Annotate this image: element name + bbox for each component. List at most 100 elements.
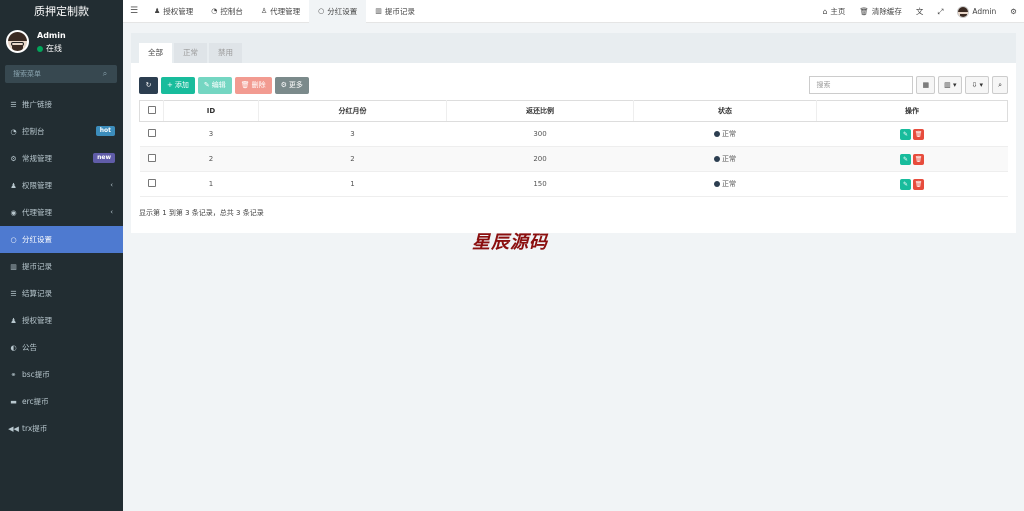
dashboard-icon: ◔	[10, 127, 17, 136]
table-header-row: ID 分红月份 返还比例 状态 操作	[139, 100, 1008, 122]
language-icon: 文	[915, 7, 924, 16]
home-icon: ⌂	[822, 7, 828, 16]
avatar	[957, 5, 970, 18]
sidebar-item-general[interactable]: ⚙ 常规管理 new	[0, 145, 123, 172]
sidebar-item-authorization[interactable]: ♟ 授权管理	[0, 307, 123, 334]
avatar	[6, 30, 29, 53]
edit-label: 编辑	[211, 81, 226, 89]
sidebar-item-dividend[interactable]: ○ 分红设置	[0, 226, 123, 253]
sidebar-item-label: 提币记录	[22, 262, 52, 271]
row-checkbox[interactable]	[147, 179, 156, 187]
table-row[interactable]: 1 1 150 正常 ✎ 🗑	[139, 171, 1008, 197]
delete-button[interactable]: 🗑 删除	[234, 77, 272, 94]
group-icon: ♟	[10, 316, 17, 325]
sidebar-item-trx-withdraw[interactable]: ◀◀ trx提币	[0, 415, 123, 442]
cell-actions: ✎ 🗑	[816, 146, 1008, 172]
settings-button[interactable]: ⚙	[1003, 0, 1024, 23]
user-menu[interactable]: Admin	[950, 0, 1003, 23]
language-button[interactable]: 文	[909, 0, 931, 23]
tab-label: 控制台	[220, 6, 243, 16]
sidebar-item-bsc-withdraw[interactable]: ⚭ bsc提币	[0, 361, 123, 388]
tab-agent[interactable]: ♙ 代理管理	[252, 0, 309, 23]
filter-tab-normal[interactable]: 正常	[174, 43, 207, 63]
toggle-view-button[interactable]: ▦	[916, 76, 936, 94]
row-select-cell	[139, 171, 164, 197]
sidebar-item-erc-withdraw[interactable]: ▬ erc提币	[0, 388, 123, 415]
col-id[interactable]: ID	[163, 100, 259, 122]
cell-id: 1	[163, 171, 259, 197]
pagination-info: 显示第 1 到第 3 条记录，总共 3 条记录	[139, 209, 264, 217]
filter-tab-disabled[interactable]: 禁用	[209, 43, 242, 63]
fullscreen-button[interactable]: ⤢	[930, 0, 950, 23]
row-delete-button[interactable]: 🗑	[913, 128, 924, 140]
table-row[interactable]: 3 3 300 正常 ✎ 🗑	[139, 121, 1008, 147]
row-checkbox[interactable]	[147, 129, 156, 137]
new-badge: new	[93, 153, 115, 163]
tab-dashboard[interactable]: ◔ 控制台	[202, 0, 252, 23]
advanced-search-button[interactable]: ⌕	[992, 76, 1008, 94]
menu-toggle-icon[interactable]: ☰	[123, 6, 145, 16]
tab-withdraw-records[interactable]: ▥ 提币记录	[366, 0, 424, 23]
cell-month: 3	[258, 121, 447, 147]
col-ratio[interactable]: 返还比例	[446, 100, 634, 122]
home-link[interactable]: ⌂ 主页	[816, 0, 853, 23]
menu-search-input[interactable]	[5, 70, 97, 78]
nav-tabs: ♟ 授权管理 ◔ 控制台 ♙ 代理管理 ○ 分红设置 ▥ 提币记录	[145, 0, 424, 23]
cell-ratio: 150	[446, 171, 634, 197]
status-dot-icon	[714, 156, 720, 162]
sidebar: 质押定制款 Admin 在线 ⌕ ☰ 推广链接 ◔ 控制台 hot ⚙ 常规管理…	[0, 0, 123, 511]
add-button[interactable]: + 添加	[161, 77, 195, 94]
clear-cache-button[interactable]: 🗑 清除缓存	[852, 0, 909, 23]
status-dot-icon	[714, 181, 720, 187]
status-badge[interactable]: 正常	[714, 154, 736, 164]
sidebar-item-promo-link[interactable]: ☰ 推广链接	[0, 91, 123, 118]
tab-authorization[interactable]: ♟ 授权管理	[145, 0, 202, 23]
export-button[interactable]: ⇩ ▾	[965, 76, 990, 94]
filter-tab-all[interactable]: 全部	[139, 43, 172, 63]
data-table: ID 分红月份 返还比例 状态 操作 3 3 300 正常 ✎ 🗑 2 2 200	[139, 100, 1008, 197]
sidebar-item-label: 推广链接	[22, 100, 52, 109]
user-circle-icon: ◉	[10, 208, 17, 217]
nav-right: ⌂ 主页 🗑 清除缓存 文 ⤢ Admin ⚙	[816, 0, 1024, 23]
brand-title[interactable]: 质押定制款	[0, 0, 123, 23]
row-delete-button[interactable]: 🗑	[913, 153, 924, 165]
row-checkbox[interactable]	[147, 154, 156, 162]
user-name: Admin	[37, 31, 66, 40]
home-label: 主页	[830, 7, 846, 16]
columns-button[interactable]: ▥ ▾	[938, 76, 963, 94]
row-edit-button[interactable]: ✎	[900, 128, 911, 140]
col-status[interactable]: 状态	[633, 100, 817, 122]
sidebar-item-dashboard[interactable]: ◔ 控制台 hot	[0, 118, 123, 145]
sidebar-item-auth[interactable]: ♟ 权限管理 ‹	[0, 172, 123, 199]
row-edit-button[interactable]: ✎	[900, 178, 911, 190]
row-edit-button[interactable]: ✎	[900, 153, 911, 165]
status-badge[interactable]: 正常	[714, 179, 736, 189]
sidebar-item-agent[interactable]: ◉ 代理管理 ‹	[0, 199, 123, 226]
sidebar-item-notice[interactable]: ◐ 公告	[0, 334, 123, 361]
table-search-input[interactable]	[809, 76, 914, 94]
sidebar-menu: ☰ 推广链接 ◔ 控制台 hot ⚙ 常规管理 new ♟ 权限管理 ‹ ◉ 代…	[0, 91, 123, 442]
more-button[interactable]: ⚙ 更多	[274, 77, 309, 94]
user-status-label: 在线	[46, 44, 62, 53]
search-icon[interactable]: ⌕	[97, 69, 113, 79]
gears-icon: ⚙	[1010, 7, 1017, 16]
more-label: 更多	[288, 81, 303, 89]
filter-tabs: 全部 正常 禁用	[131, 33, 1016, 63]
tab-dividend[interactable]: ○ 分红设置	[309, 0, 367, 23]
status-badge[interactable]: 正常	[714, 129, 736, 139]
trash-icon: 🗑	[240, 81, 250, 89]
select-all-checkbox[interactable]	[147, 106, 156, 114]
cell-status: 正常	[633, 146, 817, 172]
tab-label: 提币记录	[384, 6, 415, 16]
table-row[interactable]: 2 2 200 正常 ✎ 🗑	[139, 146, 1008, 172]
chevron-left-icon: ‹	[110, 208, 113, 216]
sidebar-item-label: bsc提币	[22, 370, 50, 379]
top-navbar: ☰ ♟ 授权管理 ◔ 控制台 ♙ 代理管理 ○ 分红设置 ▥ 提币记录 ⌂ 主页…	[123, 0, 1024, 23]
edit-button[interactable]: ✎ 编辑	[197, 77, 232, 94]
sidebar-item-settlement[interactable]: ☰ 结算记录	[0, 280, 123, 307]
sidebar-item-label: trx提币	[22, 424, 48, 433]
sidebar-item-withdraw-records[interactable]: ▥ 提币记录	[0, 253, 123, 280]
refresh-button[interactable]: ↻	[139, 77, 158, 94]
col-month[interactable]: 分红月份	[258, 100, 447, 122]
row-delete-button[interactable]: 🗑	[913, 178, 924, 190]
